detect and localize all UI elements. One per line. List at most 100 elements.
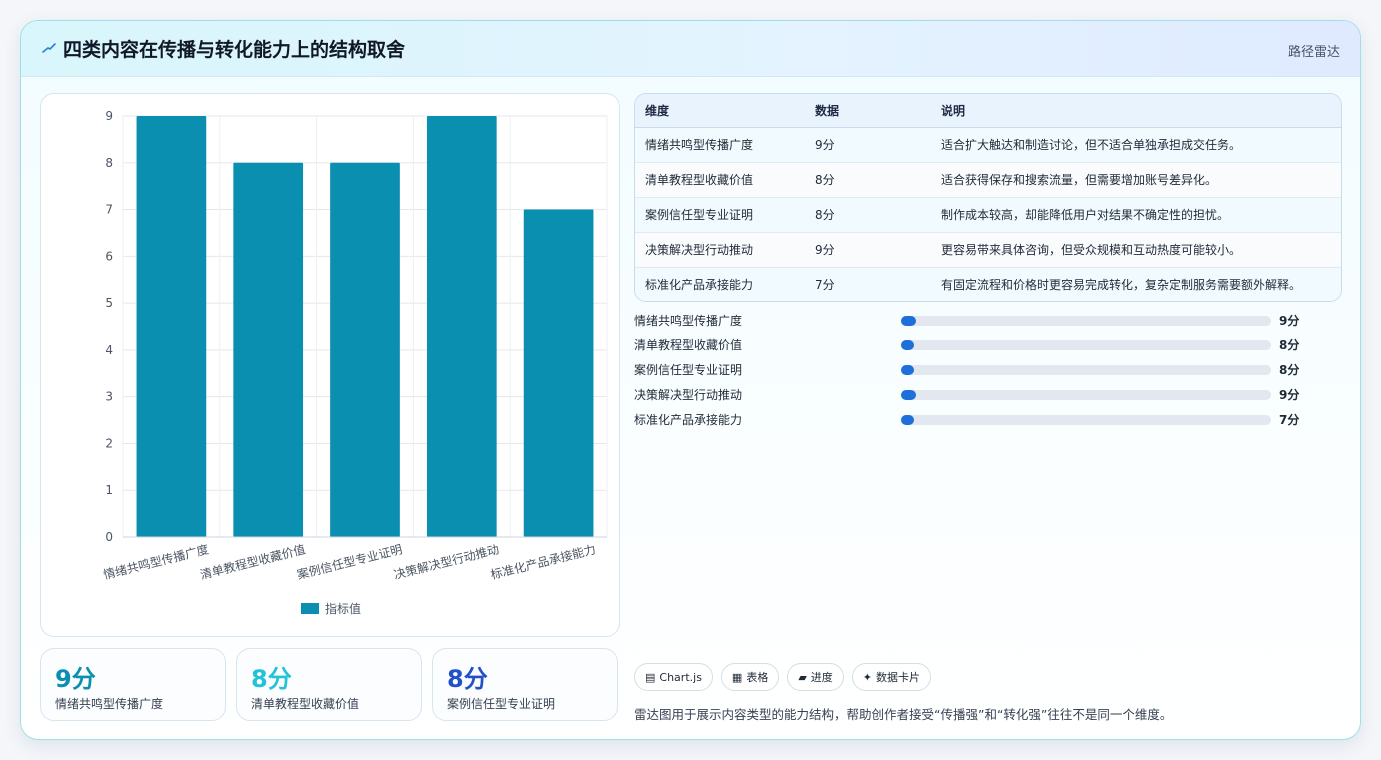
stat-card: 9分 情绪共鸣型传播广度 [40,648,226,721]
table-cell: 有固定流程和价格时更容易完成转化，复杂定制服务需要额外解释。 [931,267,1341,301]
table-row: 清单教程型收藏价值 8分 适合获得保存和搜索流量，但需要增加账号差异化。 [635,162,1341,198]
table-cell: 适合获得保存和搜索流量，但需要增加账号差异化。 [931,162,1341,198]
progress-icon: ▰ [798,670,807,684]
table-row: 标准化产品承接能力 7分 有固定流程和价格时更容易完成转化，复杂定制服务需要额外… [635,267,1341,301]
route-icon [42,43,56,53]
bar [330,162,400,537]
x-tick-label: 清单教程型收藏价值 [198,541,306,582]
progress-track [901,316,1271,326]
progress-fill [901,316,916,326]
stat-label: 清单教程型收藏价值 [251,697,360,711]
bar [426,116,497,537]
stat-card: 8分 清单教程型收藏价值 [236,648,422,721]
button-label: 表格 [746,671,769,684]
main-card: 四类内容在传播与转化能力上的结构取舍 路径雷达 0 1 2 3 4 5 6 7 8 9 情绪共鸣型传… [20,20,1361,740]
table-cell: 9分 [805,232,931,268]
y-tick-label: 1 [105,483,113,497]
table-row: 决策解决型行动推动 9分 更容易带来具体咨询，但受众规模和互动热度可能较小。 [635,232,1341,268]
y-tick-label: 5 [105,296,113,310]
progress-row: 情绪共鸣型传播广度 9分 [634,311,1334,331]
progress-row: 决策解决型行动推动 9分 [634,385,1334,405]
progress-track [901,340,1271,350]
x-tick-label: 标准化产品承接能力 [489,541,597,582]
chartjs-button[interactable]: ▤ Chart.js [634,663,713,691]
progress-label: 清单教程型收藏价值 [634,338,743,352]
y-tick-label: 9 [105,109,113,123]
table-cell: 标准化产品承接能力 [635,267,805,301]
table-header-row: 维度 数据 说明 [635,94,1341,128]
progress-value: 9分 [1279,388,1300,402]
bar-chart: 0 1 2 3 4 5 6 7 8 9 情绪共鸣型传播广度 清单教程型收藏价值 案例信任型专业证明 决策解… [40,93,620,637]
view-toggle-group: ▤ Chart.js ▦ 表格 ▰ 进度 ✦ 数据卡片 [634,663,932,691]
button-label: Chart.js [659,670,702,684]
y-tick-label: 6 [105,249,113,263]
progress-fill [901,390,916,400]
progress-fill [901,340,914,350]
table-cell: 8分 [805,197,931,233]
table-cell: 制作成本较高，却能降低用户对结果不确定性的担忧。 [931,197,1341,233]
bar [136,116,207,537]
progress-label: 标准化产品承接能力 [634,413,743,427]
table-row: 案例信任型专业证明 8分 制作成本较高，却能降低用户对结果不确定性的担忧。 [635,197,1341,233]
progress-row: 案例信任型专业证明 8分 [634,360,1334,380]
page-title: 四类内容在传播与转化能力上的结构取舍 [63,39,406,61]
stat-card: 8分 案例信任型专业证明 [432,648,618,721]
progress-fill [901,365,914,375]
data-card-button[interactable]: ✦ 数据卡片 [851,663,932,691]
table-cell: 适合扩大触达和制造讨论，但不适合单独承担成交任务。 [931,127,1341,163]
y-tick-label: 2 [105,436,113,450]
bar [523,209,594,538]
table-icon: ▦ [731,670,743,684]
button-label: 数据卡片 [876,671,921,684]
progress-track [901,365,1271,375]
progress-fill [901,415,914,425]
button-label: 进度 [810,671,833,684]
table-cell: 8分 [805,162,931,198]
table-cell: 决策解决型行动推动 [635,232,805,268]
table-cell: 7分 [805,267,931,301]
table-cell: 清单教程型收藏价值 [635,162,805,198]
table-button[interactable]: ▦ 表格 [720,663,780,691]
x-tick-label: 决策解决型行动推动 [392,542,500,582]
table-header-cell: 说明 [931,94,1341,128]
stat-value: 8分 [447,665,488,693]
y-tick-label: 4 [105,343,113,357]
table-row: 情绪共鸣型传播广度 9分 适合扩大触达和制造讨论，但不适合单独承担成交任务。 [635,127,1341,163]
stat-value: 8分 [251,665,292,693]
bar [233,162,304,537]
y-tick-label: 0 [105,530,113,544]
progress-value: 9分 [1279,314,1300,328]
progress-label: 案例信任型专业证明 [634,363,743,377]
header-tag: 路径雷达 [1287,45,1340,60]
progress-value: 8分 [1279,338,1300,352]
x-tick-label: 案例信任型专业证明 [295,541,403,582]
table-header-cell: 维度 [635,94,805,128]
progress-track [901,415,1271,425]
sparkle-icon: ✦ [862,670,873,684]
x-tick-label: 情绪共鸣型传播广度 [102,541,210,582]
table-header-cell: 数据 [805,94,931,128]
progress-row: 清单教程型收藏价值 8分 [634,335,1334,355]
legend-swatch [301,603,319,614]
progress-track [901,390,1271,400]
chart-legend[interactable]: 指标值 [301,600,361,617]
progress-button[interactable]: ▰ 进度 [787,663,844,691]
bar-chart-svg: 0 1 2 3 4 5 6 7 8 9 情绪共鸣型传播广度清单教程型收藏价值案例信任型专业证明决策解… [102,109,608,582]
table-cell: 情绪共鸣型传播广度 [635,127,805,163]
progress-label: 决策解决型行动推动 [634,388,743,402]
y-tick-label: 3 [105,390,113,404]
footnote: 雷达图用于展示内容类型的能力结构，帮助创作者接受“传播强”和“转化强”往往不是同… [634,707,1173,722]
stat-value: 9分 [55,665,96,693]
data-table: 维度 数据 说明 情绪共鸣型传播广度 9分 适合扩大触达和制造讨论，但不适合单独… [634,93,1342,302]
progress-value: 7分 [1279,413,1300,427]
stat-label: 情绪共鸣型传播广度 [55,697,164,711]
chart-icon: ▤ [645,670,656,684]
progress-label: 情绪共鸣型传播广度 [634,314,743,328]
progress-row: 标准化产品承接能力 7分 [634,410,1334,430]
table-cell: 更容易带来具体咨询，但受众规模和互动热度可能较小。 [931,232,1341,268]
table-cell: 9分 [805,127,931,163]
card-header: 四类内容在传播与转化能力上的结构取舍 路径雷达 [21,21,1360,77]
stat-label: 案例信任型专业证明 [447,697,556,711]
legend-label: 指标值 [325,602,362,616]
table-cell: 案例信任型专业证明 [635,197,805,233]
